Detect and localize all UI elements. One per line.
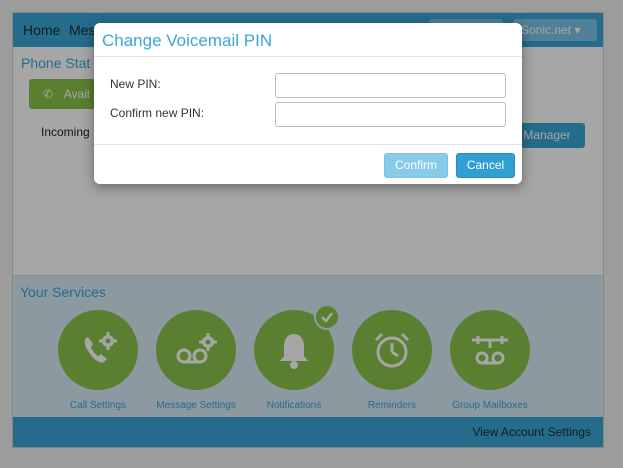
new-pin-input[interactable]: [275, 73, 506, 98]
dialog-title: Change Voicemail PIN: [102, 31, 273, 50]
dialog-header: Change Voicemail PIN: [94, 23, 522, 57]
confirm-pin-label: Confirm new PIN:: [110, 106, 205, 120]
confirm-pin-input[interactable]: [275, 102, 506, 127]
new-pin-label: New PIN:: [110, 77, 161, 91]
dialog-body: New PIN: Confirm new PIN:: [94, 57, 522, 145]
confirm-button[interactable]: Confirm: [384, 153, 448, 178]
change-pin-dialog: Change Voicemail PIN New PIN: Confirm ne…: [94, 23, 522, 184]
dialog-footer: Confirm Cancel: [94, 145, 522, 183]
cancel-button[interactable]: Cancel: [456, 153, 515, 178]
